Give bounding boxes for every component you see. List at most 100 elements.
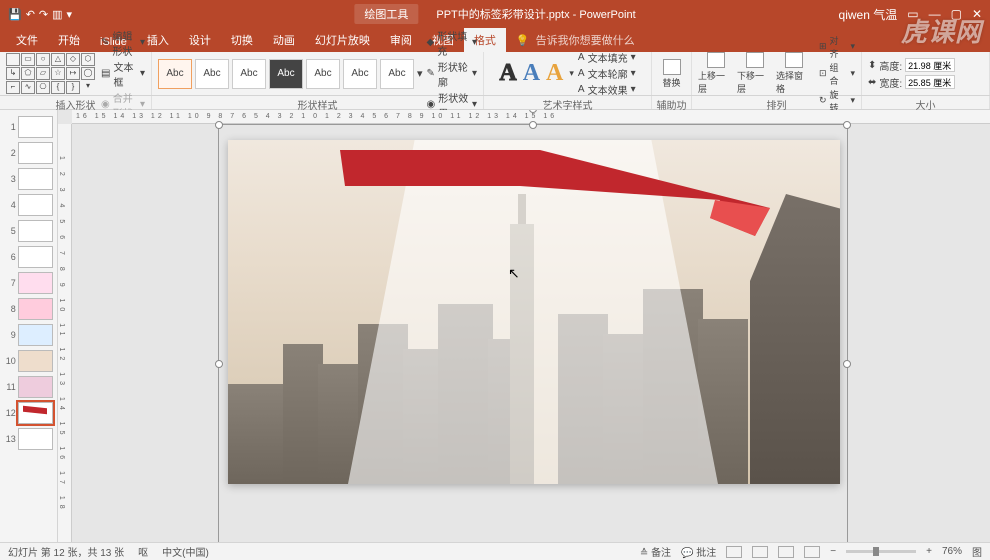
title-center: 绘图工具 PPT中的标签彩带设计.pptx - PowerPoint — [354, 4, 635, 24]
width-icon: ⬌ — [868, 77, 876, 88]
align-button[interactable]: ⊞对齐▾ — [819, 34, 855, 60]
slide-thumbnail[interactable]: 9 — [0, 322, 57, 348]
normal-view-icon[interactable] — [726, 546, 742, 558]
shape-outline-button[interactable]: ✎形状轮廓▾ — [427, 59, 477, 89]
tellme-placeholder: 告诉我你想要做什么 — [536, 32, 635, 48]
resize-handle[interactable] — [215, 360, 223, 368]
text-effects-button[interactable]: A文本效果▾ — [578, 82, 636, 97]
style-preset[interactable]: Abc — [343, 59, 377, 89]
style-preset[interactable]: Abc — [195, 59, 229, 89]
ribbon-options-icon[interactable]: ▭ — [907, 7, 918, 21]
height-control[interactable]: ⬍ 高度: — [868, 58, 983, 73]
canvas-area[interactable]: 16 15 14 13 12 11 10 9 8 7 6 5 4 3 2 1 0… — [58, 110, 990, 542]
slide-counter[interactable]: 幻灯片 第 12 张，共 13 张 — [8, 544, 124, 559]
slide-thumbnail[interactable]: 6 — [0, 244, 57, 270]
slide-thumbnail[interactable]: 7 — [0, 270, 57, 296]
red-ribbon-shape[interactable] — [340, 148, 780, 238]
slide-thumbnail[interactable]: 2 — [0, 140, 57, 166]
thumb-number: 12 — [4, 408, 16, 418]
notes-button[interactable]: ≙ 备注 — [640, 544, 671, 559]
tab-design[interactable]: 设计 — [179, 28, 221, 52]
slide-thumbnail[interactable]: 12 — [0, 400, 57, 426]
slide-thumbnail[interactable]: 1 — [0, 114, 57, 140]
close-icon[interactable]: ✕ — [972, 7, 982, 21]
alt-text-button[interactable]: 替换 — [658, 59, 685, 89]
text-fill-button[interactable]: A文本填充▾ — [578, 50, 636, 65]
outline-icon: ✎ — [427, 68, 435, 79]
style-preset[interactable]: Abc — [158, 59, 192, 89]
comments-button[interactable]: 💬 批注 — [681, 544, 716, 559]
text-outline-button[interactable]: A文本轮廓▾ — [578, 66, 636, 81]
titlebar: 💾 ↶ ↷ ▥ ▾ 绘图工具 PPT中的标签彩带设计.pptx - PowerP… — [0, 0, 990, 28]
zoom-slider[interactable] — [846, 550, 916, 553]
style-preset[interactable]: Abc — [306, 59, 340, 89]
gallery-more-icon[interactable]: ▾ — [417, 67, 423, 80]
slide-thumbnail[interactable]: 13 — [0, 426, 57, 452]
tab-file[interactable]: 文件 — [6, 28, 48, 52]
tab-review[interactable]: 审阅 — [380, 28, 422, 52]
thumb-number: 10 — [4, 356, 16, 366]
group-icon: ⊡ — [819, 68, 827, 79]
gallery-more-icon[interactable]: ▾ — [569, 68, 574, 79]
thumb-preview — [18, 142, 53, 164]
slideshow-view-icon[interactable] — [804, 546, 820, 558]
rotate-icon: ↻ — [819, 95, 827, 106]
language-indicator[interactable]: 中文(中国) — [162, 544, 209, 559]
style-preset[interactable]: Abc — [380, 59, 414, 89]
edit-shape-button[interactable]: ✎编辑形状▾ — [101, 28, 145, 58]
slide-thumbnail[interactable]: 8 — [0, 296, 57, 322]
resize-handle[interactable] — [843, 360, 851, 368]
tab-animations[interactable]: 动画 — [263, 28, 305, 52]
wordart-preset[interactable]: A — [546, 60, 563, 87]
slide-thumbnail[interactable]: 4 — [0, 192, 57, 218]
spellcheck-icon[interactable]: 呕 — [138, 544, 148, 559]
selection-pane-button[interactable]: 选择窗格 — [776, 52, 812, 95]
zoom-in-icon[interactable]: + — [926, 546, 932, 557]
group-button[interactable]: ⊡组合▾ — [819, 61, 855, 87]
shape-fill-button[interactable]: ◆形状填充▾ — [427, 28, 477, 58]
height-input[interactable] — [905, 58, 955, 72]
wordart-preset[interactable]: A — [499, 60, 516, 87]
thumb-preview — [18, 220, 53, 242]
minimize-icon[interactable]: ― — [929, 7, 941, 21]
reading-view-icon[interactable] — [778, 546, 794, 558]
style-preset[interactable]: Abc — [232, 59, 266, 89]
slide-thumbnail[interactable]: 5 — [0, 218, 57, 244]
zoom-level[interactable]: 76% — [942, 546, 962, 557]
fit-to-window-icon[interactable]: 图 — [972, 544, 982, 559]
style-preset[interactable]: Abc — [269, 59, 303, 89]
ribbon: ▭○△◇⬡ ↳⬠▱☆↦◯ ⌐∿⎔{}▾ ✎编辑形状▾ ▤文本框▾ ◉合并形状▾ … — [0, 52, 990, 96]
group-size: ⬍ 高度: ⬌ 宽度: — [862, 52, 990, 95]
tab-slideshow[interactable]: 幻灯片放映 — [305, 28, 380, 52]
maximize-icon[interactable]: ▢ — [951, 7, 962, 21]
slide-thumbnail[interactable]: 3 — [0, 166, 57, 192]
slide-thumbnails-panel[interactable]: 12345678910111213 — [0, 110, 58, 542]
shapes-gallery[interactable]: ▭○△◇⬡ ↳⬠▱☆↦◯ ⌐∿⎔{}▾ — [6, 53, 95, 94]
zoom-out-icon[interactable]: − — [830, 546, 836, 557]
send-backward-button[interactable]: 下移一层 — [737, 52, 773, 95]
text-effects-icon: A — [578, 84, 585, 95]
tab-transitions[interactable]: 切换 — [221, 28, 263, 52]
start-slideshow-icon[interactable]: ▥ — [52, 8, 62, 21]
align-icon: ⊞ — [819, 41, 827, 52]
wordart-preset[interactable]: A — [523, 60, 540, 87]
sorter-view-icon[interactable] — [752, 546, 768, 558]
wordart-gallery[interactable]: A A A ▾ — [499, 60, 574, 87]
bring-forward-button[interactable]: 上移一层 — [698, 52, 734, 95]
tell-me-search[interactable]: 💡 告诉我你想要做什么 — [506, 28, 990, 52]
height-icon: ⬍ — [868, 60, 876, 71]
tab-home[interactable]: 开始 — [48, 28, 90, 52]
undo-icon[interactable]: ↶ — [26, 8, 35, 21]
qat-more-icon[interactable]: ▾ — [67, 8, 73, 21]
textbox-button[interactable]: ▤文本框▾ — [101, 59, 145, 89]
slide-thumbnail[interactable]: 11 — [0, 374, 57, 400]
width-input[interactable] — [905, 75, 955, 89]
shape-style-gallery[interactable]: Abc Abc Abc Abc Abc Abc Abc ▾ — [158, 59, 423, 89]
redo-icon[interactable]: ↷ — [39, 8, 48, 21]
width-control[interactable]: ⬌ 宽度: — [868, 75, 983, 90]
slide-canvas[interactable] — [228, 140, 840, 484]
user-name[interactable]: qiwen 气温 — [839, 6, 898, 23]
statusbar: 幻灯片 第 12 张，共 13 张 呕 中文(中国) ≙ 备注 💬 批注 − +… — [0, 542, 990, 560]
slide-thumbnail[interactable]: 10 — [0, 348, 57, 374]
save-icon[interactable]: 💾 — [8, 8, 22, 21]
